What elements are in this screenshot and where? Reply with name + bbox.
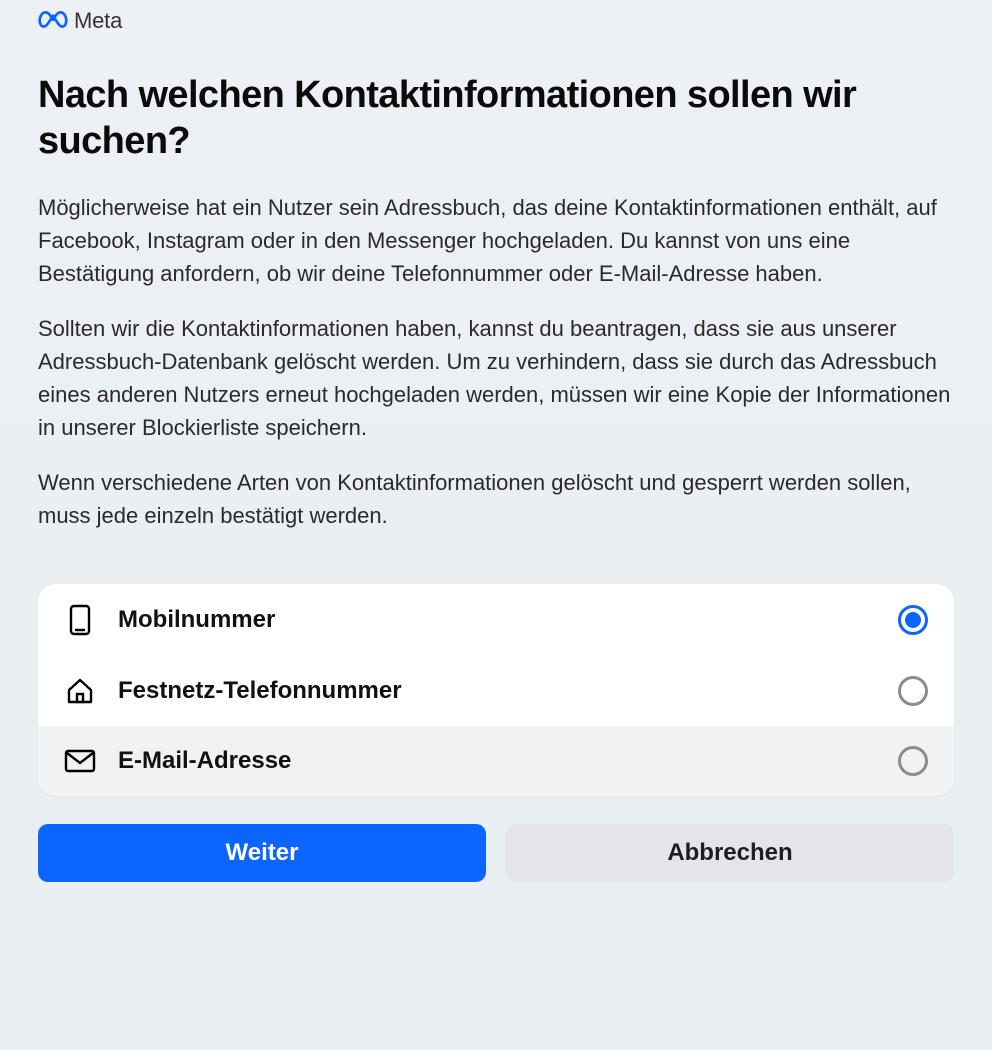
brand-name: Meta: [74, 8, 122, 34]
radio-unselected-icon: [898, 676, 928, 706]
continue-button[interactable]: Weiter: [38, 824, 486, 882]
option-landline-number[interactable]: Festnetz-Telefonnummer: [38, 656, 954, 726]
button-label: Abbrechen: [667, 839, 792, 867]
option-label: Mobilnummer: [118, 606, 876, 634]
button-label: Weiter: [226, 839, 299, 867]
cancel-button[interactable]: Abbrechen: [506, 824, 954, 882]
description-paragraph: Möglicherweise hat ein Nutzer sein Adres…: [38, 191, 954, 290]
option-label: E-Mail-Adresse: [118, 747, 876, 775]
page-title: Nach welchen Kontaktinformationen sollen…: [38, 72, 954, 165]
brand-logo: Meta: [38, 0, 954, 34]
radio-unselected-icon: [898, 746, 928, 776]
home-icon: [64, 676, 96, 706]
action-buttons: Weiter Abbrechen: [38, 824, 954, 882]
option-label: Festnetz-Telefonnummer: [118, 677, 876, 705]
description-paragraph: Wenn verschiedene Arten von Kontaktinfor…: [38, 466, 954, 532]
description: Möglicherweise hat ein Nutzer sein Adres…: [38, 191, 954, 532]
option-mobile-number[interactable]: Mobilnummer: [38, 584, 954, 656]
mobile-icon: [64, 604, 96, 636]
contact-type-options: Mobilnummer Festnetz-Telefonnummer E-Mai…: [38, 584, 954, 796]
option-email-address[interactable]: E-Mail-Adresse: [38, 726, 954, 796]
meta-infinity-icon: [38, 9, 68, 34]
description-paragraph: Sollten wir die Kontaktinformationen hab…: [38, 312, 954, 444]
radio-selected-icon: [898, 605, 928, 635]
mail-icon: [64, 749, 96, 773]
